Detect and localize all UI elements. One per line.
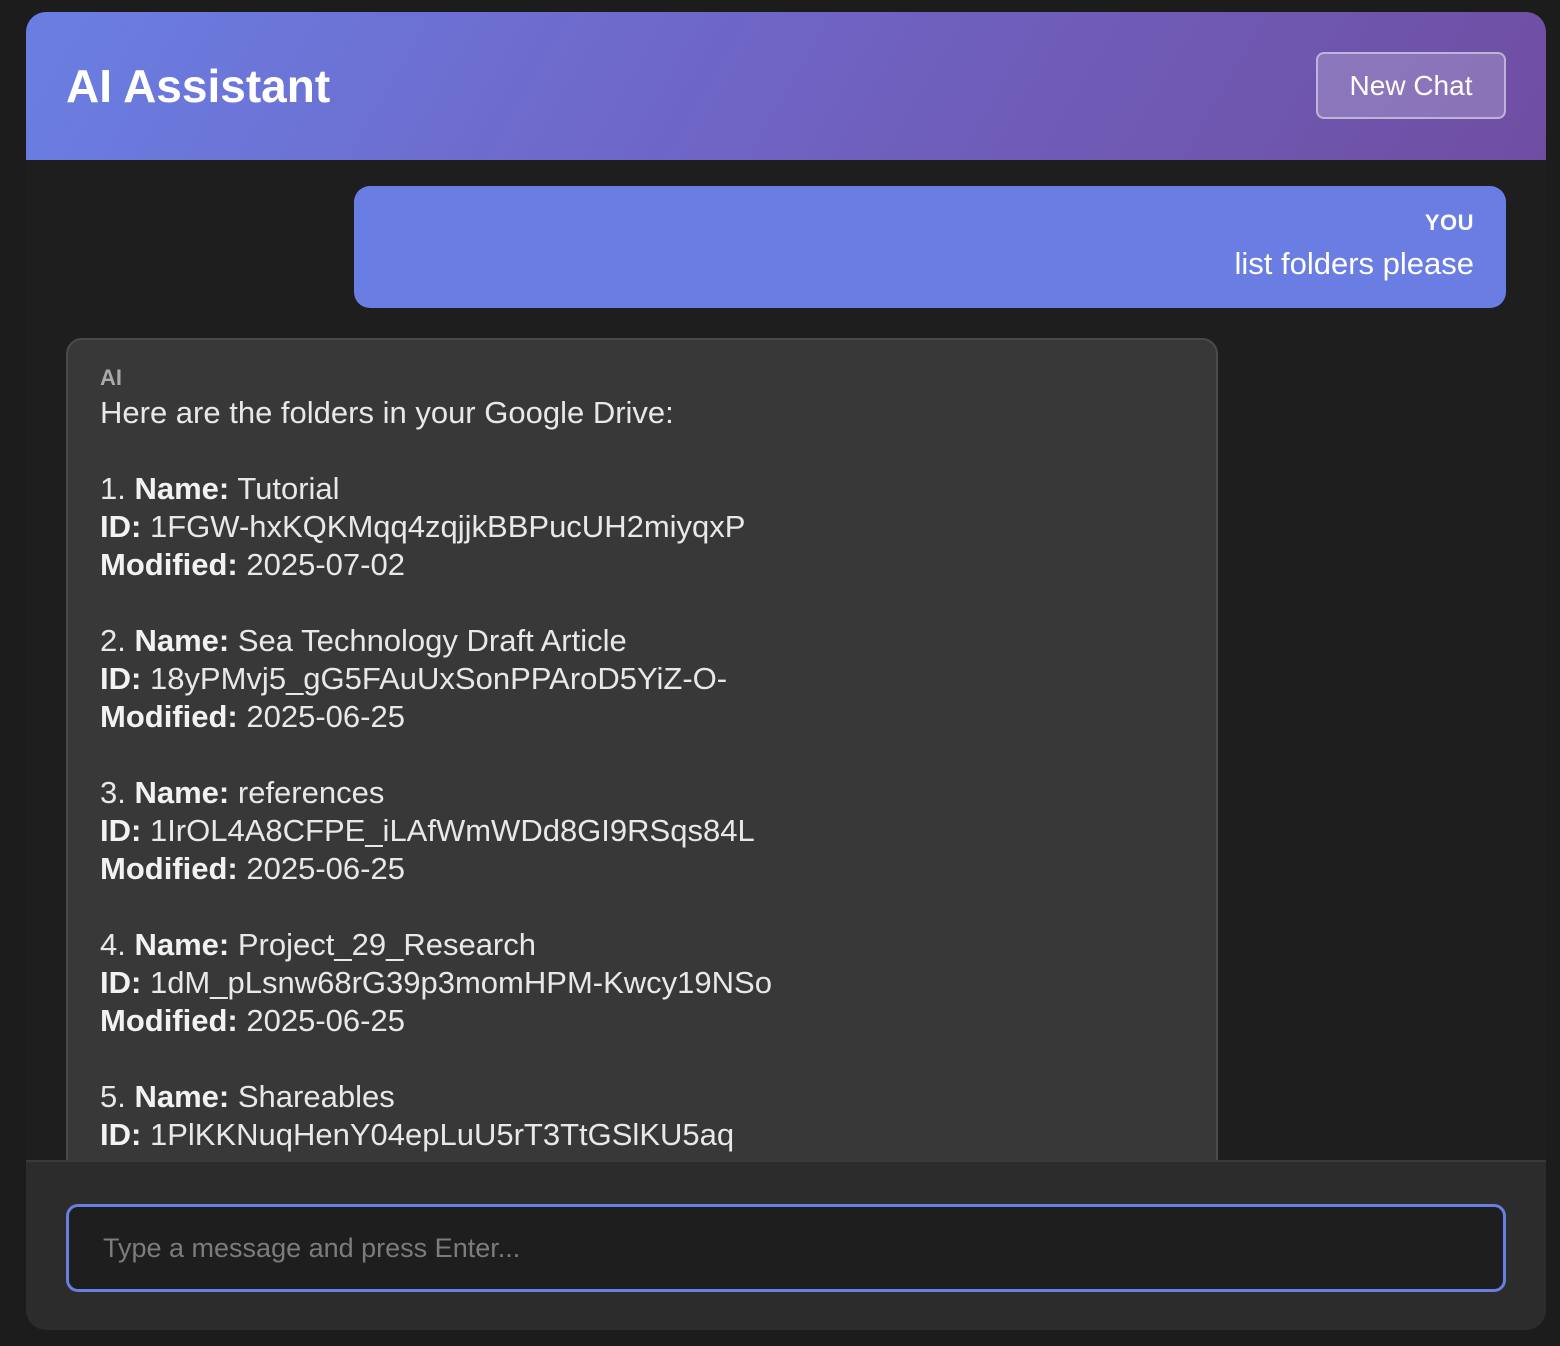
composer bbox=[26, 1160, 1546, 1330]
app-title: AI Assistant bbox=[66, 60, 331, 112]
folder-name-label: Name: bbox=[134, 775, 230, 810]
folder-item: 5. Name: Shareables ID: 1PlKKNuqHenY04epL… bbox=[100, 1040, 1184, 1154]
folder-modified-label: Modified: bbox=[100, 851, 238, 886]
folder-name-label: Name: bbox=[134, 471, 230, 506]
folder-name-value: Shareables bbox=[237, 1079, 395, 1114]
folder-id-label: ID: bbox=[100, 813, 142, 848]
ai-message: AI Here are the folders in your Google D… bbox=[66, 338, 1218, 1160]
ai-message-text: Here are the folders in your Google Driv… bbox=[100, 394, 1184, 1154]
folder-id-value: 1dM_pLsnw68rG39p3momHPM-Kwcy19NSo bbox=[149, 965, 772, 1000]
folder-id-label: ID: bbox=[100, 509, 142, 544]
folder-modified-label: Modified: bbox=[100, 699, 238, 734]
new-chat-button[interactable]: New Chat bbox=[1316, 52, 1506, 119]
folder-id-label: ID: bbox=[100, 661, 142, 696]
folder-modified-value: 2025-06-25 bbox=[246, 1003, 405, 1038]
folder-name: 3. Name: references bbox=[100, 774, 1184, 812]
app-header: AI Assistant New Chat bbox=[26, 12, 1546, 160]
ai-sender-label: AI bbox=[100, 365, 122, 390]
folder-id: ID: 18yPMvj5_gG5FAuUxSonPPAroD5YiZ-O- bbox=[100, 660, 1184, 698]
folder-name-value: Tutorial bbox=[237, 471, 340, 506]
folder-list: 1. Name: Tutorial ID: 1FGW-hxKQKMqq4zqjjk… bbox=[100, 432, 1184, 1154]
message-list[interactable]: YOU list folders please AI Here are the … bbox=[26, 160, 1546, 1160]
folder-id-label: ID: bbox=[100, 1117, 142, 1152]
folder-item: 4. Name: Project_29_Research ID: 1dM_pLsn… bbox=[100, 888, 1184, 1040]
folder-id: ID: 1PlKKNuqHenY04epLuU5rT3TtGSlKU5aq bbox=[100, 1116, 1184, 1154]
folder-item: 3. Name: references ID: 1IrOL4A8CFPE_iLAf… bbox=[100, 736, 1184, 888]
folder-number: 3. bbox=[100, 775, 126, 810]
ai-intro-text: Here are the folders in your Google Driv… bbox=[100, 395, 674, 430]
folder-number: 2. bbox=[100, 623, 126, 658]
folder-id: ID: 1FGW-hxKQKMqq4zqjjkBBPucUH2miyqxP bbox=[100, 508, 1184, 546]
folder-name-value: Sea Technology Draft Article bbox=[237, 623, 627, 658]
folder-name-label: Name: bbox=[134, 623, 230, 658]
folder-modified: Modified: 2025-06-25 bbox=[100, 1002, 1184, 1040]
chat-window: AI Assistant New Chat YOU list folders p… bbox=[26, 12, 1546, 1330]
folder-id: ID: 1dM_pLsnw68rG39p3momHPM-Kwcy19NSo bbox=[100, 964, 1184, 1002]
folder-id-value: 1PlKKNuqHenY04epLuU5rT3TtGSlKU5aq bbox=[149, 1117, 735, 1152]
folder-id-label: ID: bbox=[100, 965, 142, 1000]
folder-modified-label: Modified: bbox=[100, 1003, 238, 1038]
folder-modified-value: 2025-06-25 bbox=[246, 699, 405, 734]
folder-item: 2. Name: Sea Technology Draft Article ID:… bbox=[100, 584, 1184, 736]
folder-modified-label: Modified: bbox=[100, 547, 238, 582]
message-input[interactable] bbox=[66, 1204, 1506, 1292]
folder-number: 1. bbox=[100, 471, 126, 506]
folder-id: ID: 1IrOL4A8CFPE_iLAfWmWDd8GI9RSqs84L bbox=[100, 812, 1184, 850]
folder-modified-value: 2025-06-25 bbox=[246, 851, 405, 886]
folder-name: 4. Name: Project_29_Research bbox=[100, 926, 1184, 964]
folder-name: 1. Name: Tutorial bbox=[100, 470, 1184, 508]
folder-name-value: Project_29_Research bbox=[237, 927, 536, 962]
folder-name: 2. Name: Sea Technology Draft Article bbox=[100, 622, 1184, 660]
folder-id-value: 18yPMvj5_gG5FAuUxSonPPAroD5YiZ-O- bbox=[149, 661, 728, 696]
folder-modified: Modified: 2025-07-02 bbox=[100, 546, 1184, 584]
user-message: YOU list folders please bbox=[354, 186, 1506, 308]
folder-item: 1. Name: Tutorial ID: 1FGW-hxKQKMqq4zqjjk… bbox=[100, 432, 1184, 584]
folder-name: 5. Name: Shareables bbox=[100, 1078, 1184, 1116]
folder-modified: Modified: 2025-06-25 bbox=[100, 850, 1184, 888]
folder-name-label: Name: bbox=[134, 1079, 230, 1114]
folder-id-value: 1IrOL4A8CFPE_iLAfWmWDd8GI9RSqs84L bbox=[149, 813, 755, 848]
folder-modified-value: 2025-07-02 bbox=[246, 547, 405, 582]
user-sender-label: YOU bbox=[1424, 210, 1474, 235]
folder-name-value: references bbox=[237, 775, 385, 810]
folder-name-label: Name: bbox=[134, 927, 230, 962]
folder-number: 5. bbox=[100, 1079, 126, 1114]
folder-number: 4. bbox=[100, 927, 126, 962]
folder-modified: Modified: 2025-06-25 bbox=[100, 698, 1184, 736]
user-message-text: list folders please bbox=[1234, 246, 1474, 281]
folder-id-value: 1FGW-hxKQKMqq4zqjjkBBPucUH2miyqxP bbox=[149, 509, 746, 544]
